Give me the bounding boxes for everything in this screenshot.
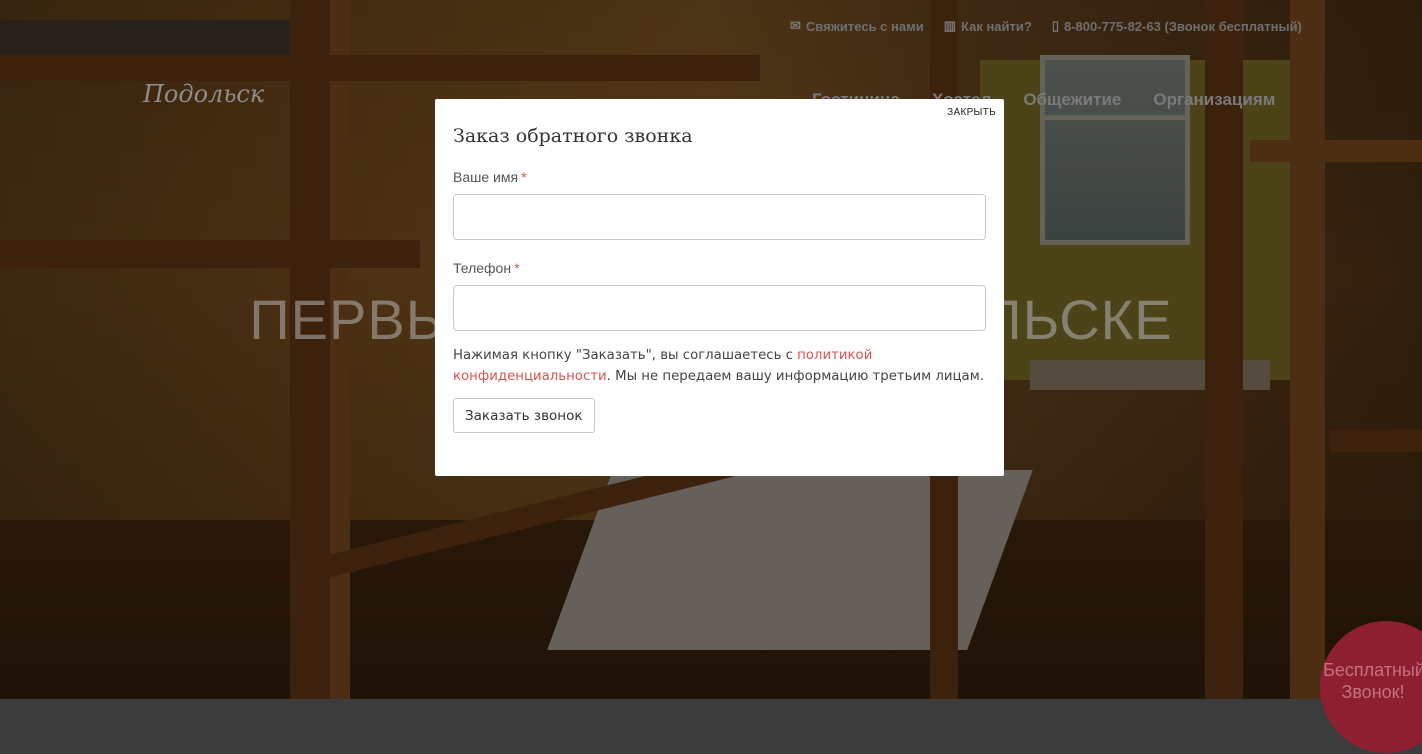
required-mark: *	[521, 169, 527, 185]
free-call-line2: Звонок!	[1341, 682, 1405, 702]
consent-after: . Мы не передаем вашу информацию третьим…	[606, 369, 984, 384]
nav-item-dormitory[interactable]: Общежитие	[1023, 90, 1121, 110]
bottom-strip	[0, 699, 1422, 754]
map-icon: ▥	[943, 18, 956, 33]
name-field-label: Ваше имя *	[453, 169, 527, 185]
phone-icon: ▯	[1051, 18, 1059, 33]
contact-link[interactable]: ✉ Свяжитесь с нами	[790, 18, 924, 34]
close-button[interactable]: ЗАКРЫТЬ	[947, 107, 996, 118]
page: ПЕРВЫЙ ХОСТЕЛ В ПОДОЛЬСКЕ ✉ Свяжитесь с …	[0, 0, 1422, 754]
modal-title: Заказ обратного звонка	[453, 125, 693, 147]
nav-item-organizations[interactable]: Организациям	[1153, 90, 1275, 110]
contact-label: Свяжитесь с нами	[805, 18, 924, 34]
phone-link[interactable]: ▯ 8-800-775-82-63 (Звонок бесплатный)	[1052, 18, 1302, 34]
order-call-button[interactable]: Заказать звонок	[453, 398, 595, 433]
top-bar: ✉ Свяжитесь с нами ▥ Как найти? ▯ 8-800-…	[790, 18, 1302, 34]
free-call-line1: Бесплатный	[1323, 660, 1422, 680]
phone-field-label: Телефон *	[453, 260, 520, 276]
phone-label: 8-800-775-82-63 (Звонок бесплатный)	[1063, 18, 1302, 34]
phone-label-text: Телефон	[453, 260, 512, 276]
site-logo[interactable]: Подольск	[143, 80, 264, 108]
consent-text: Нажимая кнопку "Заказать", вы соглашаете…	[453, 345, 993, 387]
callback-modal: ЗАКРЫТЬ Заказ обратного звонка Ваше имя *…	[435, 99, 1004, 476]
name-input[interactable]	[453, 194, 986, 240]
consent-before: Нажимая кнопку "Заказать", вы соглашаете…	[453, 348, 798, 363]
name-label-text: Ваше имя	[453, 169, 519, 185]
envelope-icon: ✉	[790, 18, 801, 33]
find-label: Как найти?	[961, 18, 1032, 34]
find-link[interactable]: ▥ Как найти?	[944, 18, 1032, 34]
required-mark: *	[514, 260, 520, 276]
phone-input[interactable]	[453, 285, 986, 331]
